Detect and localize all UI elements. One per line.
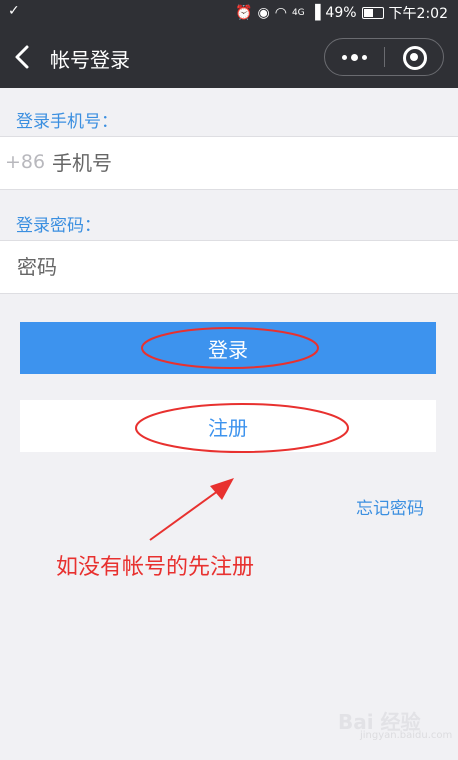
annotation-overlay (135, 327, 349, 541)
highlight-circle-register (135, 403, 349, 453)
watermark-url: jingyan.baidu.com (360, 730, 453, 741)
highlight-circle-login (141, 327, 319, 369)
annotation-arrow-line (149, 487, 223, 541)
annotation-text: 如没有帐号的先注册 (56, 555, 255, 580)
annotation-arrow-head (210, 478, 234, 500)
